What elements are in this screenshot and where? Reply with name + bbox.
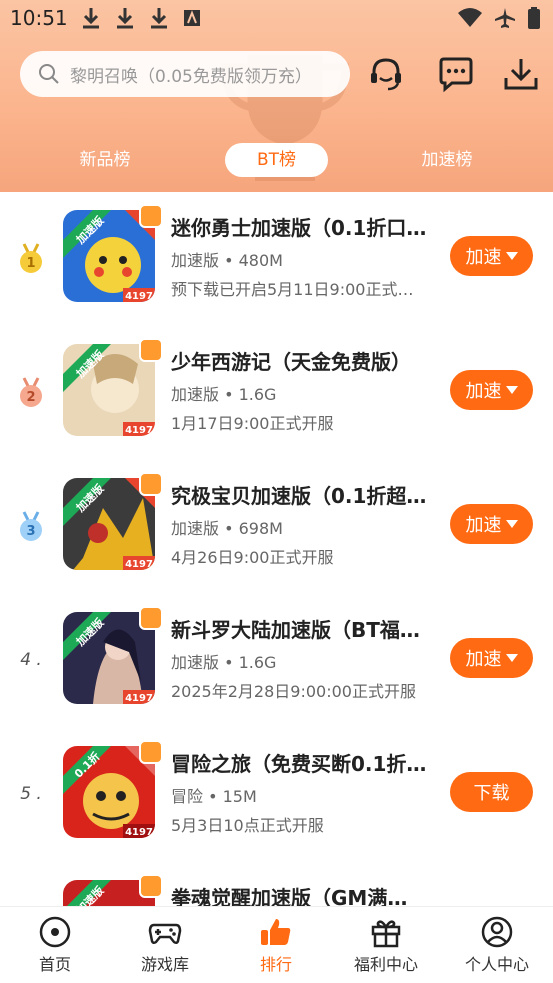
nav-home[interactable]: 首页: [0, 915, 110, 975]
nav-welfare[interactable]: 福利中心: [331, 915, 441, 975]
svg-text:1: 1: [26, 256, 35, 271]
download-manager-icon[interactable]: [501, 54, 541, 94]
home-icon: [39, 916, 71, 948]
thumbs-up-icon: [261, 919, 291, 945]
bottom-nav: 首页 游戏库 排行 福利中心 个人中心: [0, 906, 553, 983]
game-desc: 预下载已开启5月11日9:00正式…: [171, 280, 414, 299]
game-meta: 加速版 • 1.6G: [171, 385, 277, 404]
svg-text:4197: 4197: [125, 693, 153, 704]
rank-medal-blue: 3: [12, 510, 50, 544]
customer-service-icon[interactable]: [366, 54, 406, 94]
game-ranking-list: 1 加速版 4197 迷你勇士加速版（0.1折口… 加速版 • 480M 预下载…: [0, 192, 553, 906]
nav-game-library[interactable]: 游戏库: [110, 915, 220, 975]
list-item[interactable]: 4 . 加速版 4197 新斗罗大陆加速版（BT福… 加速版 • 1.6G 20…: [0, 594, 553, 728]
list-item[interactable]: 1 加速版 4197 迷你勇士加速版（0.1折口… 加速版 • 480M 预下载…: [0, 192, 553, 326]
download-status-icon: [117, 8, 133, 29]
tab-bt[interactable]: BT榜: [225, 143, 328, 177]
medal-blue-icon: 3: [20, 511, 42, 541]
svg-text:4197: 4197: [125, 827, 153, 838]
gamepad-icon: [148, 923, 182, 945]
gift-badge-icon: [139, 606, 163, 630]
game-title[interactable]: 迷你勇士加速版（0.1折口…: [171, 212, 436, 241]
nav-label: 福利中心: [353, 955, 418, 974]
rank-medal-gold: 1: [12, 242, 50, 276]
battery-icon: [528, 7, 540, 29]
game-title[interactable]: 究极宝贝加速版（0.1折超…: [171, 480, 436, 509]
download-status-icon: [83, 8, 99, 29]
game-desc: 4月26日9:00正式开服: [171, 548, 334, 567]
gift-badge-icon: [139, 204, 163, 228]
game-desc: 1月17日9:00正式开服: [171, 414, 334, 433]
speed-button[interactable]: 加速: [450, 236, 533, 276]
svg-text:2: 2: [26, 390, 35, 405]
game-desc: 5月3日10点正式开服: [171, 816, 324, 835]
gift-badge-icon: [139, 472, 163, 496]
status-time: 10:51: [10, 6, 68, 30]
ranking-tabs: 新品榜 BT榜 加速榜: [0, 143, 553, 177]
tab-speed[interactable]: 加速榜: [397, 143, 497, 177]
game-desc: 2025年2月28日9:00:00正式开服: [171, 682, 416, 701]
game-meta: 加速版 • 1.6G: [171, 653, 277, 672]
nav-label: 排行: [259, 955, 292, 974]
gift-badge-icon: [139, 338, 163, 362]
game-meta: 加速版 • 698M: [171, 519, 283, 538]
svg-text:4197: 4197: [125, 559, 153, 570]
game-title[interactable]: 新斗罗大陆加速版（BT福…: [171, 614, 436, 643]
rank-number: 5 .: [20, 784, 42, 804]
nav-profile[interactable]: 个人中心: [442, 915, 552, 975]
game-title[interactable]: 少年西游记（天金免费版）: [171, 346, 436, 375]
caret-down-icon: [505, 520, 518, 528]
search-bar[interactable]: 黎明召唤（0.05免费版领万充）: [20, 51, 350, 97]
speed-button[interactable]: 加速: [450, 504, 533, 544]
nav-label: 游戏库: [140, 955, 189, 974]
caret-down-icon: [505, 252, 518, 260]
svg-text:4197: 4197: [125, 291, 153, 302]
rank-medal-bronze: 2: [12, 376, 50, 410]
download-status-icon: [151, 8, 167, 29]
list-item[interactable]: 5 . 0.1折 4197 冒险之旅（免费买断0.1折… 冒险 • 15M 5月…: [0, 728, 553, 862]
tab-new[interactable]: 新品榜: [55, 143, 155, 177]
airplane-mode-icon: [495, 8, 515, 28]
nav-label: 首页: [38, 955, 71, 974]
list-item[interactable]: 3 加速版 4197 究极宝贝加速版（0.1折超… 加速版 • 698M 4月2…: [0, 460, 553, 594]
gift-badge-icon: [139, 874, 163, 898]
download-button[interactable]: 下载: [450, 772, 533, 812]
wifi-icon: [458, 8, 482, 27]
font-status-icon: [184, 10, 200, 26]
search-icon: [39, 64, 59, 84]
caret-down-icon: [505, 386, 518, 394]
game-meta: 加速版 • 480M: [171, 251, 283, 270]
game-title[interactable]: 拳魂觉醒加速版（GM满…: [171, 882, 436, 906]
game-title[interactable]: 冒险之旅（免费买断0.1折…: [171, 748, 436, 777]
rank-number: 4 .: [20, 650, 42, 670]
gift-icon: [371, 920, 401, 948]
nav-label: 个人中心: [464, 955, 529, 974]
message-icon[interactable]: [436, 54, 476, 94]
list-item[interactable]: 2 加速版 4197 少年西游记（天金免费版） 加速版 • 1.6G 1月17日…: [0, 326, 553, 460]
caret-down-icon: [505, 654, 518, 662]
medal-bronze-icon: 2: [20, 377, 42, 407]
game-meta: 冒险 • 15M: [171, 787, 257, 806]
search-placeholder: 黎明召唤（0.05免费版领万充）: [70, 66, 312, 87]
status-bar: 10:51: [0, 0, 553, 38]
gift-badge-icon: [139, 740, 163, 764]
speed-button[interactable]: 加速: [450, 638, 533, 678]
nav-ranking[interactable]: 排行: [221, 915, 331, 975]
list-item[interactable]: 加速版 拳魂觉醒加速版（GM满…: [0, 862, 553, 906]
header: 10:51 黎明召唤（0.05免费版领万充） 新品榜 BT榜 加速榜: [0, 0, 553, 192]
speed-button[interactable]: 加速: [450, 370, 533, 410]
svg-text:4197: 4197: [125, 425, 153, 436]
medal-gold-icon: 1: [20, 243, 42, 273]
user-icon: [481, 916, 513, 948]
svg-text:3: 3: [26, 524, 35, 539]
